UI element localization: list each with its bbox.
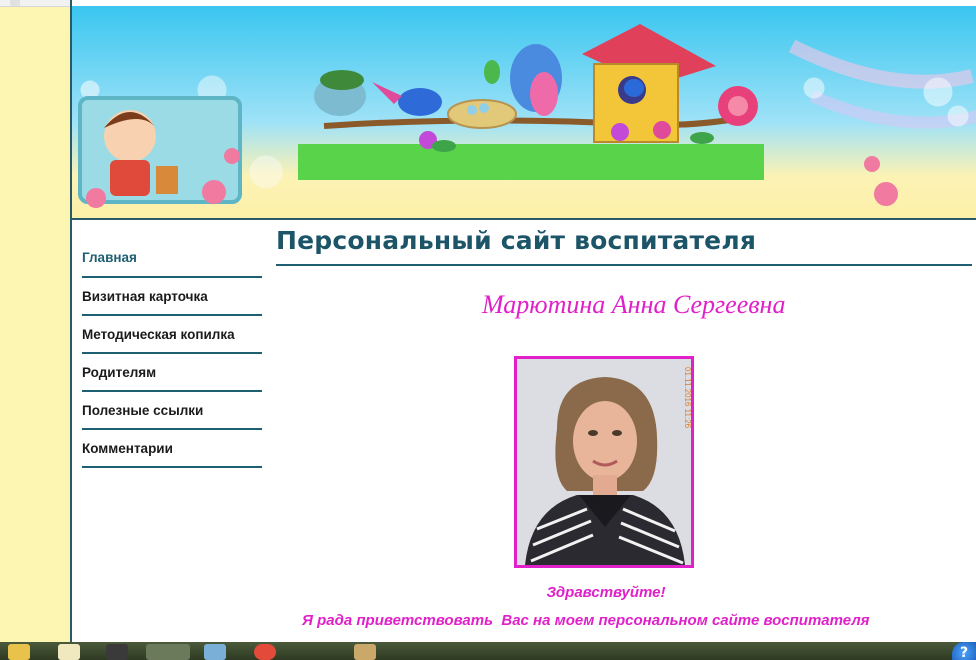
main-content: Персональный сайт воспитателя Марютина А… [272,220,972,629]
taskbar: ? [0,642,976,660]
chrome-icon[interactable] [254,644,276,660]
nav-item-useful-links[interactable]: Полезные ссылки [82,392,262,430]
banner-illustration [72,6,976,218]
teacher-photo: 01.11.2016 11:26 [514,356,694,568]
page-title: Персональный сайт воспитателя [276,226,972,266]
nav-item-comments[interactable]: Комментарии [82,430,262,468]
audio-icon[interactable] [204,644,226,660]
welcome-text: Я рада приветствовать Вас на моем персон… [302,612,870,629]
nav-item-business-card[interactable]: Визитная карточка [82,278,262,316]
page-container: Главная Визитная карточка Методическая к… [70,0,976,642]
header-banner [72,6,976,220]
greeting-text: Здравствуйте! [546,584,666,601]
yandex-icon[interactable] [146,644,190,660]
bag-icon[interactable] [106,644,128,660]
photo-date-stamp: 01.11.2016 11:26 [683,367,691,429]
folder-icon[interactable] [8,644,30,660]
bookmark-icon[interactable] [10,0,20,6]
user-icon[interactable] [58,644,80,660]
nav-item-methodology[interactable]: Методическая копилка [82,316,262,354]
help-icon[interactable]: ? [952,642,976,660]
portrait-image: 01.11.2016 11:26 [517,359,691,565]
teacher-name: Марютина Анна Сергеевна [482,290,786,319]
nav-item-parents[interactable]: Родителям [82,354,262,392]
nav-item-home[interactable]: Главная [82,230,262,278]
sidebar-nav: Главная Визитная карточка Методическая к… [82,230,262,468]
paint-icon[interactable] [354,644,376,660]
